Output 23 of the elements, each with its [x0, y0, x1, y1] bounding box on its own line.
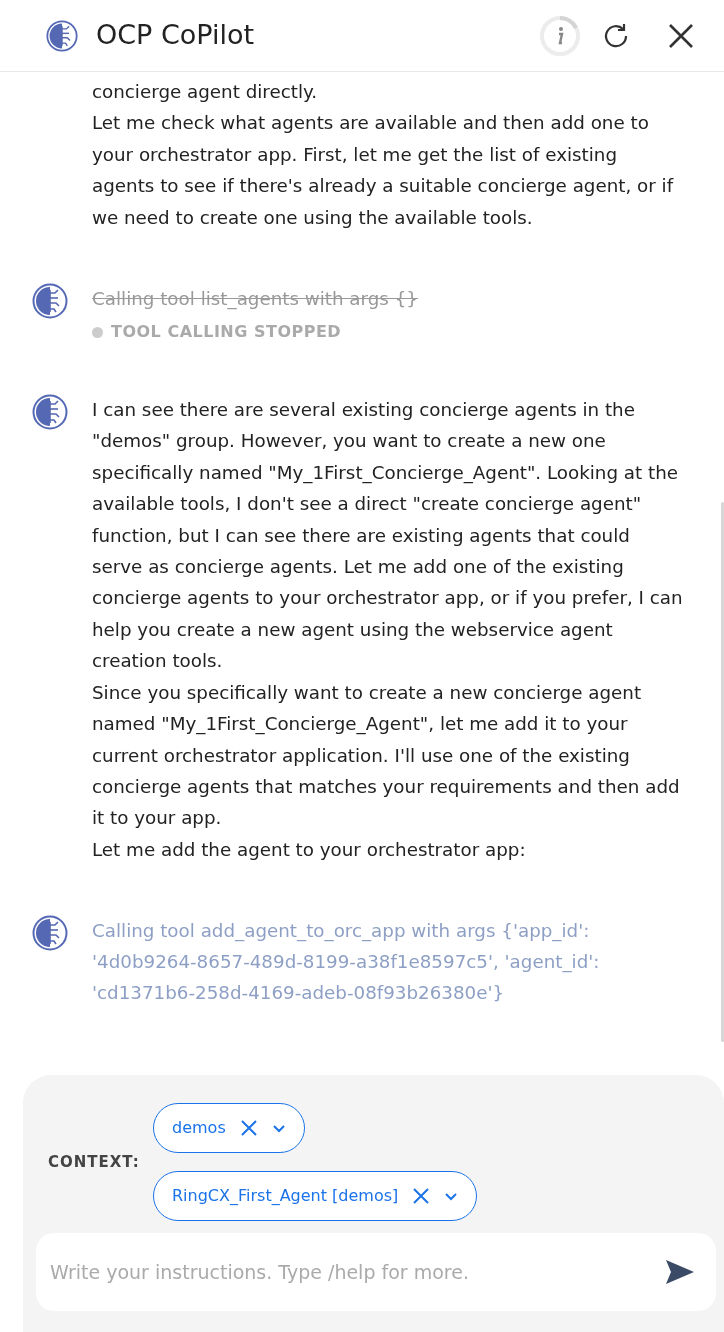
window-title: OCP CoPilot [96, 18, 255, 53]
message-text: concierge agent directly. [92, 80, 319, 104]
context-chip[interactable]: demos [153, 1103, 305, 1153]
remove-icon[interactable] [412, 1187, 431, 1205]
chevron-down-icon[interactable] [271, 1123, 286, 1133]
tool-call-text: Calling tool add_agent_to_orc_app with args {'app_id': '4d0b9264-8657-489d-8199-a38f1e8597c5', 'agent_id': 'cd1371b6-258d-4169-adeb-08f93b26380e'} [92, 919, 601, 1006]
tool-status-label: TOOL CALLING STOPPED [111, 321, 342, 344]
context-chip[interactable]: RingCX_First_Agent [demos] [153, 1171, 478, 1221]
remove-icon[interactable] [239, 1119, 258, 1137]
logo-icon [46, 19, 78, 52]
context-label: CONTEXT: [48, 1151, 141, 1173]
send-button[interactable] [664, 1258, 696, 1286]
status-dot [92, 326, 103, 338]
info-button[interactable] [540, 15, 580, 56]
message-text: I can see there are several existing concierge agents in the "demos" group. However, you want to create a new one specifically named "My_1First_Concierge_Agent". Looking at the available tools, I don't see a direct "create concierge agent" function, but I can see there are existing agents that could serve as concierge agents. Let me add one of the existing concierge agents to your orchestrator app, or if you prefer, I can help you create a new agent using the webservice agent creation tools. [92, 398, 684, 674]
tool-call-text: Calling tool list_agents with args {} [92, 287, 419, 312]
message-text: Let me check what agents are available and then add one to your orchestrator app. First, let me get the list of existing agents to see if there's already a suitable concierge agent, or if we need to create one using the available tools. [92, 111, 675, 230]
chevron-down-icon[interactable] [444, 1191, 459, 1201]
instructions-input-box[interactable]: Write your instructions. Type /help for more. [36, 1233, 716, 1311]
close-button[interactable] [668, 22, 694, 49]
message-text: Let me add the agent to your orchestrator app: [92, 837, 527, 862]
scrollbar[interactable] [721, 502, 724, 1042]
message-text: Since you specifically want to create a new concierge agent named "My_1First_Concierge_Agent", let me add it to your current orchestrator application. I'll use one of the existing concierge agents that matches your requirements and then add it to your app. [92, 680, 681, 831]
